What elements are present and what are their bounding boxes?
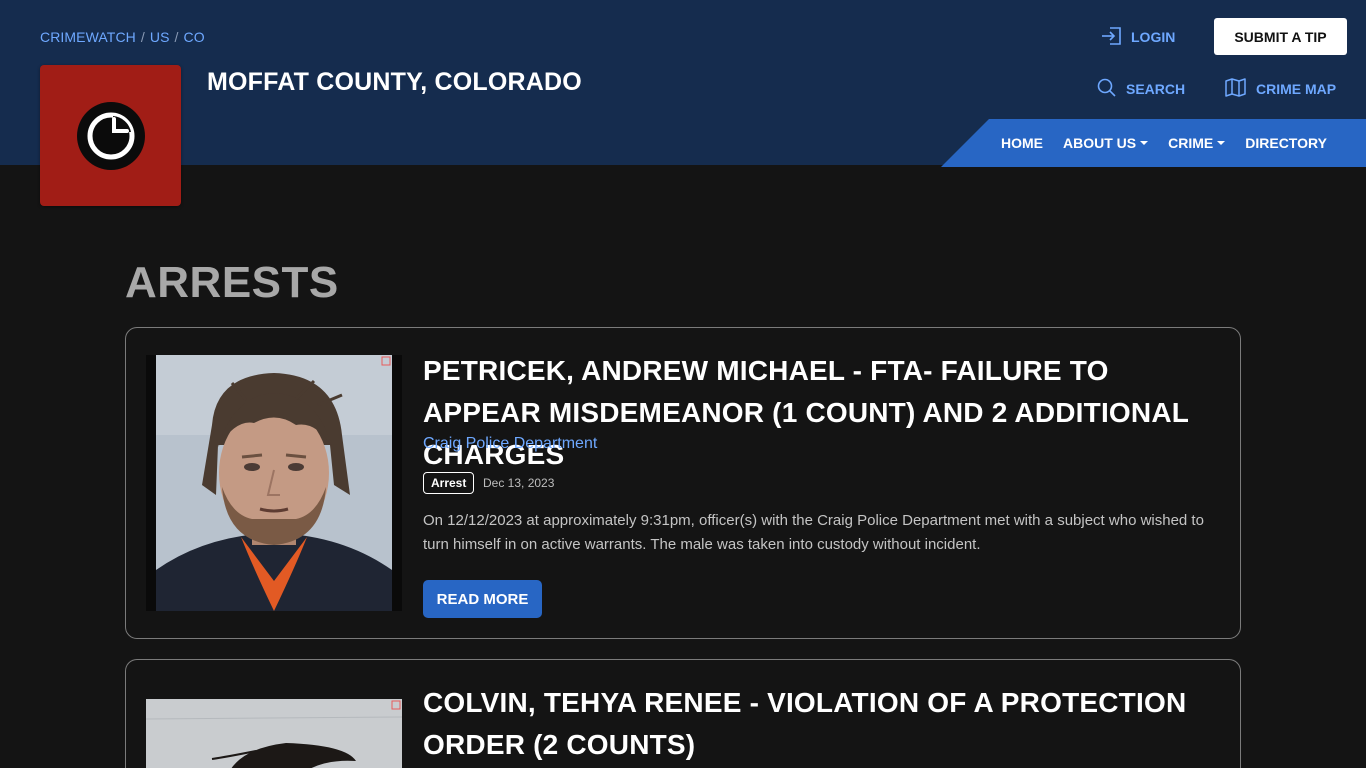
mugshot-photo[interactable] xyxy=(146,355,402,611)
arrest-tag-badge[interactable]: Arrest xyxy=(423,472,475,494)
crimewatch-logo-icon xyxy=(76,101,145,170)
crime-map-link[interactable]: CRIME MAP xyxy=(1225,78,1336,100)
read-more-button[interactable]: READ MORE xyxy=(423,580,542,618)
main-nav: HOME ABOUT US CRIME DIRECTORY xyxy=(1001,119,1327,167)
breadcrumb-co[interactable]: CO xyxy=(184,29,205,45)
nav-item-label: DIRECTORY xyxy=(1245,135,1327,151)
nav-item-label: CRIME xyxy=(1168,135,1214,151)
submit-tip-button[interactable]: SUBMIT A TIP xyxy=(1214,18,1347,55)
login-icon xyxy=(1101,26,1123,49)
breadcrumb-separator: / xyxy=(140,29,145,45)
nav-item-label: HOME xyxy=(1001,135,1043,151)
login-label: LOGIN xyxy=(1131,29,1176,45)
arrest-card: PETRICEK, ANDREW MICHAEL - FTA- FAILURE … xyxy=(125,327,1241,639)
breadcrumb-separator: / xyxy=(174,29,179,45)
login-link[interactable]: LOGIN xyxy=(1101,26,1175,48)
breadcrumb-us[interactable]: US xyxy=(150,29,170,45)
arrest-title[interactable]: COLVIN, TEHYA RENEE - VIOLATION OF A PRO… xyxy=(423,682,1223,766)
page-title: ARRESTS xyxy=(125,258,339,307)
caret-down-icon xyxy=(1217,141,1226,145)
nav-item-directory[interactable]: DIRECTORY xyxy=(1245,135,1327,151)
site-header: CRIMEWATCH / US / CO MOFFAT COUNTY, COLORADO… xyxy=(0,0,1366,167)
mugshot-photo[interactable] xyxy=(146,699,402,768)
search-label: SEARCH xyxy=(1126,81,1186,97)
search-link[interactable]: SEARCH xyxy=(1097,78,1185,100)
map-icon xyxy=(1225,78,1246,100)
arrest-card: COLVIN, TEHYA RENEE - VIOLATION OF A PRO… xyxy=(125,659,1241,768)
breadcrumb-crimewatch[interactable]: CRIMEWATCH xyxy=(40,29,136,45)
arrest-title[interactable]: PETRICEK, ANDREW MICHAEL - FTA- FAILURE … xyxy=(423,350,1223,476)
crime-map-label: CRIME MAP xyxy=(1256,81,1337,97)
breadcrumb: CRIMEWATCH / US / CO xyxy=(40,29,205,45)
nav-item-about-us[interactable]: ABOUT US xyxy=(1063,135,1149,151)
department-link[interactable]: Craig Police Department xyxy=(423,435,597,453)
post-date: Dec 13, 2023 xyxy=(483,476,555,490)
caret-down-icon xyxy=(1140,141,1149,145)
agency-logo[interactable] xyxy=(40,65,181,206)
site-title[interactable]: MOFFAT COUNTY, COLORADO xyxy=(207,68,582,97)
search-icon xyxy=(1097,78,1116,100)
nav-item-crime[interactable]: CRIME xyxy=(1168,135,1226,151)
nav-item-home[interactable]: HOME xyxy=(1001,135,1043,151)
nav-item-label: ABOUT US xyxy=(1063,135,1137,151)
arrest-description: On 12/12/2023 at approximately 9:31pm, o… xyxy=(423,512,1204,553)
